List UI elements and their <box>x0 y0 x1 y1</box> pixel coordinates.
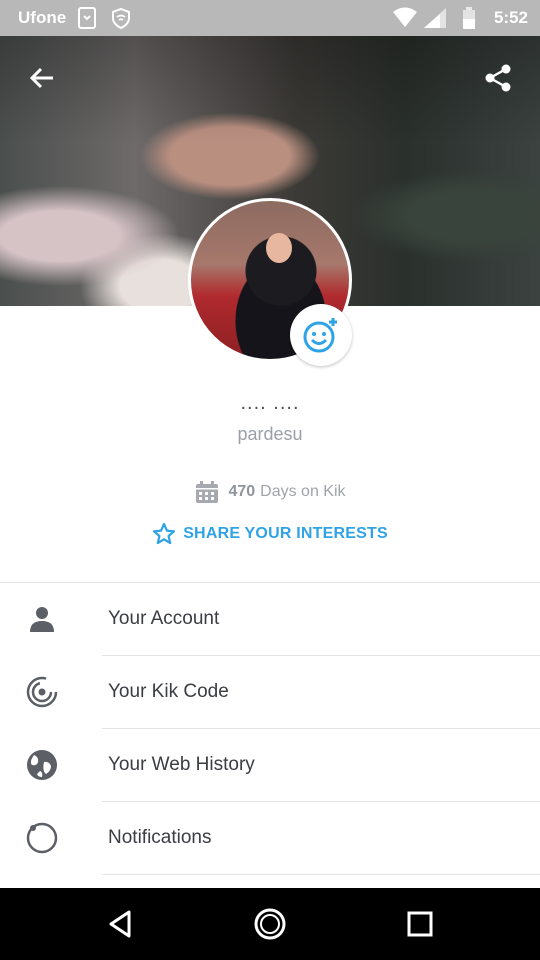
status-bar: Ufone 5:52 <box>0 0 540 36</box>
person-icon <box>22 602 62 636</box>
share-interests-link[interactable]: SHARE YOUR INTERESTS <box>0 522 540 546</box>
navigation-bar <box>0 888 540 960</box>
nav-home-button[interactable] <box>250 906 290 942</box>
battery-icon <box>460 6 478 35</box>
share-button[interactable] <box>478 58 518 98</box>
globe-icon <box>22 748 62 782</box>
menu-divider <box>102 874 540 875</box>
menu-item-web-history[interactable]: Your Web History <box>0 729 540 802</box>
smiley-plus-icon <box>303 318 337 353</box>
carrier-label: Ufone <box>18 8 67 27</box>
shield-wifi-icon <box>110 6 132 35</box>
star-outline-icon <box>153 522 176 545</box>
back-button[interactable] <box>22 58 62 98</box>
menu-item-kik-code[interactable]: Your Kik Code <box>0 656 540 729</box>
menu-item-your-account[interactable]: Your Account <box>0 583 540 656</box>
wifi-icon <box>392 6 418 35</box>
menu-label: Your Kik Code <box>108 681 229 702</box>
menu-label: Notifications <box>108 827 212 848</box>
notification-ring-icon <box>22 821 62 855</box>
phone-signal-icon <box>76 6 98 35</box>
menu-label: Your Web History <box>108 754 255 775</box>
menu-item-notifications[interactable]: Notifications <box>0 802 540 875</box>
avatar-face <box>266 233 292 263</box>
days-label: Days on Kik <box>260 483 346 500</box>
settings-menu: Your Account Your Kik Code Your Web Hist… <box>0 583 540 875</box>
clock: 5:52 <box>493 8 528 27</box>
display-name: .... .... <box>240 392 300 414</box>
arrow-left-icon <box>29 67 53 89</box>
kik-code-icon <box>22 675 62 709</box>
share-icon <box>485 64 511 92</box>
days-on-kik: 470 Days on Kik <box>0 480 540 504</box>
add-smiley-button[interactable] <box>290 304 352 366</box>
days-count: 470 <box>228 483 256 500</box>
triangle-back-icon <box>109 910 131 938</box>
share-interests-label: SHARE YOUR INTERESTS <box>183 525 388 542</box>
menu-label: Your Account <box>108 608 220 629</box>
username: pardesu <box>237 424 303 444</box>
calendar-icon <box>196 481 219 503</box>
nav-back-button[interactable] <box>100 906 140 942</box>
circle-home-icon <box>254 908 286 940</box>
signal-icon <box>422 6 448 35</box>
nav-recents-button[interactable] <box>400 906 440 942</box>
square-recents-icon <box>407 911 433 937</box>
